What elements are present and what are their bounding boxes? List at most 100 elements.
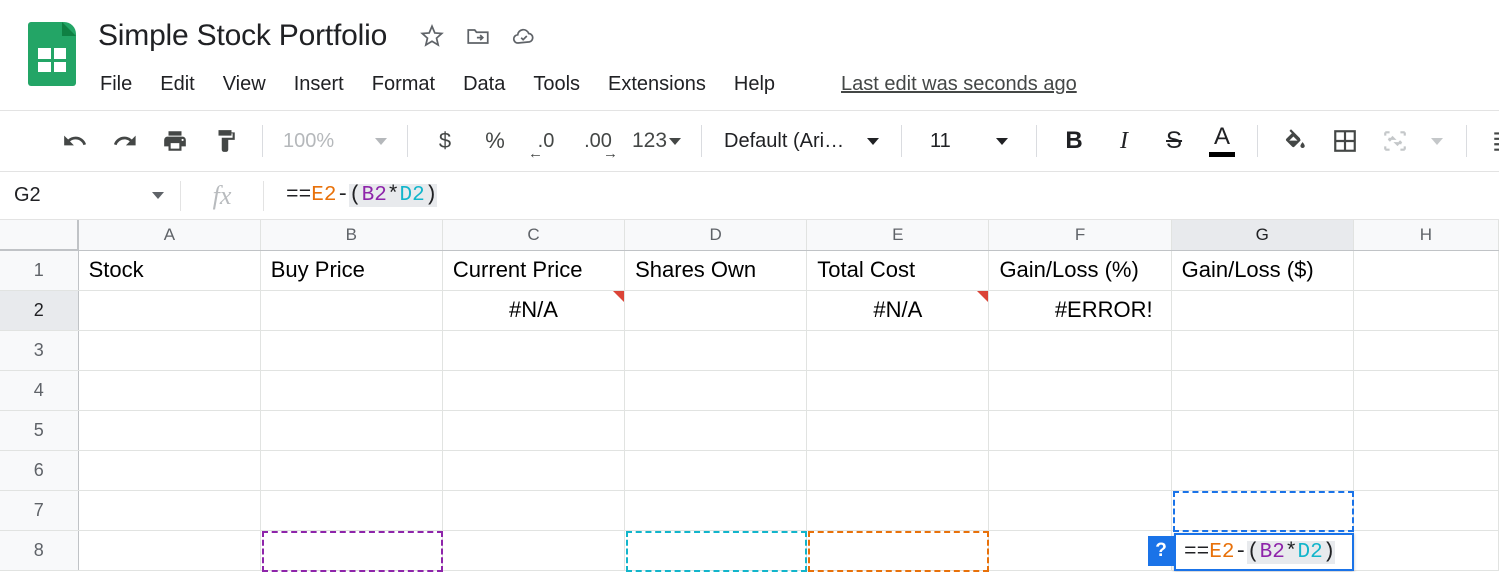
undo-icon[interactable]	[50, 119, 100, 163]
formula-help-badge[interactable]: ?	[1148, 536, 1174, 566]
cell-G4[interactable]	[1171, 370, 1354, 411]
cell-F2[interactable]: #ERROR!	[988, 290, 1172, 331]
horizontal-align-icon[interactable]	[1479, 119, 1499, 163]
menu-item-extensions[interactable]: Extensions	[608, 73, 706, 96]
merge-cells-dropdown[interactable]	[1420, 119, 1454, 163]
select-all-corner[interactable]	[0, 220, 80, 251]
cell-H3[interactable]	[1353, 330, 1499, 371]
menu-item-tools[interactable]: Tools	[533, 73, 580, 96]
cell-H5[interactable]	[1353, 410, 1499, 451]
italic-button[interactable]: I	[1099, 119, 1149, 163]
cell-H2[interactable]	[1353, 290, 1499, 331]
cell-G5[interactable]	[1171, 410, 1354, 451]
cell-C7[interactable]	[442, 490, 626, 531]
cell-A5[interactable]	[78, 410, 261, 451]
cell-C6[interactable]	[442, 450, 626, 491]
cell-E6[interactable]	[806, 450, 990, 491]
cell-F6[interactable]	[988, 450, 1172, 491]
row-header-4[interactable]: 4	[0, 370, 79, 411]
cell-D2[interactable]	[624, 290, 808, 331]
strikethrough-button[interactable]: S	[1149, 119, 1199, 163]
cell-H7[interactable]	[1353, 490, 1499, 531]
cell-E4[interactable]	[806, 370, 990, 411]
zoom-selector[interactable]: 100%	[275, 130, 395, 153]
percent-format-button[interactable]: %	[470, 128, 520, 154]
move-to-folder-icon[interactable]	[465, 23, 491, 49]
print-icon[interactable]	[150, 119, 200, 163]
cell-A3[interactable]	[78, 330, 261, 371]
menu-item-file[interactable]: File	[100, 73, 132, 96]
cell-F7[interactable]	[988, 490, 1172, 531]
error-indicator-icon[interactable]	[977, 290, 989, 302]
text-color-button[interactable]: A	[1199, 119, 1245, 163]
cell-editor[interactable]: == E2-(B2 * D2)	[1174, 533, 1354, 571]
cell-H4[interactable]	[1353, 370, 1499, 411]
bold-button[interactable]: B	[1049, 119, 1099, 163]
cell-E8[interactable]	[806, 530, 990, 571]
cell-B1[interactable]: Buy Price	[260, 250, 443, 291]
number-format-selector[interactable]: 123	[624, 129, 689, 153]
cell-A6[interactable]	[78, 450, 261, 491]
row-header-8[interactable]: 8	[0, 530, 79, 571]
column-header-a[interactable]: A	[78, 220, 261, 251]
cell-C5[interactable]	[442, 410, 626, 451]
cell-G3[interactable]	[1171, 330, 1354, 371]
cell-A8[interactable]	[78, 530, 261, 571]
cell-G6[interactable]	[1171, 450, 1354, 491]
cell-A7[interactable]	[78, 490, 261, 531]
cell-B2[interactable]	[260, 290, 443, 331]
menu-item-help[interactable]: Help	[734, 73, 775, 96]
menu-item-data[interactable]: Data	[463, 73, 505, 96]
cell-E3[interactable]	[806, 330, 990, 371]
font-family-selector[interactable]: Default (Ari…	[714, 130, 889, 153]
cell-A4[interactable]	[78, 370, 261, 411]
cell-E7[interactable]	[806, 490, 990, 531]
cell-H8[interactable]	[1353, 530, 1499, 571]
cell-B5[interactable]	[260, 410, 443, 451]
cell-H6[interactable]	[1353, 450, 1499, 491]
increase-decimal-button[interactable]: .00 →	[572, 119, 624, 163]
cell-A1[interactable]: Stock	[78, 250, 261, 291]
cell-D1[interactable]: Shares Own	[624, 250, 808, 291]
row-header-7[interactable]: 7	[0, 490, 79, 531]
borders-icon[interactable]	[1320, 119, 1370, 163]
column-header-d[interactable]: D	[624, 220, 808, 251]
cell-G7[interactable]	[1171, 490, 1354, 531]
row-header-5[interactable]: 5	[0, 410, 79, 451]
cell-D4[interactable]	[624, 370, 808, 411]
cell-G1[interactable]: Gain/Loss ($)	[1171, 250, 1354, 291]
cell-C2[interactable]: #N/A	[442, 290, 626, 331]
column-header-f[interactable]: F	[988, 220, 1172, 251]
column-header-c[interactable]: C	[442, 220, 626, 251]
cell-E2[interactable]: #N/A	[806, 290, 990, 331]
formula-input[interactable]: ==E2-(B2*D2)	[264, 184, 1499, 207]
cell-E1[interactable]: Total Cost	[806, 250, 990, 291]
cell-D5[interactable]	[624, 410, 808, 451]
cell-D7[interactable]	[624, 490, 808, 531]
cell-E5[interactable]	[806, 410, 990, 451]
menu-item-view[interactable]: View	[223, 73, 266, 96]
cell-C1[interactable]: Current Price	[442, 250, 626, 291]
menu-item-insert[interactable]: Insert	[294, 73, 344, 96]
merge-cells-icon[interactable]	[1370, 119, 1420, 163]
menu-item-format[interactable]: Format	[372, 73, 435, 96]
cell-H1[interactable]	[1353, 250, 1499, 291]
cell-B4[interactable]	[260, 370, 443, 411]
last-edit-status[interactable]: Last edit was seconds ago	[841, 73, 1077, 96]
row-header-1[interactable]: 1	[0, 250, 79, 291]
menu-item-edit[interactable]: Edit	[160, 73, 194, 96]
cell-D3[interactable]	[624, 330, 808, 371]
cell-B6[interactable]	[260, 450, 443, 491]
cell-F1[interactable]: Gain/Loss (%)	[988, 250, 1172, 291]
cell-F3[interactable]	[988, 330, 1172, 371]
cell-D8[interactable]	[624, 530, 808, 571]
font-size-selector[interactable]: 11	[914, 130, 1024, 153]
cell-C8[interactable]	[442, 530, 626, 571]
cell-D6[interactable]	[624, 450, 808, 491]
column-header-b[interactable]: B	[260, 220, 443, 251]
cell-F8[interactable]	[988, 530, 1172, 571]
row-header-6[interactable]: 6	[0, 450, 79, 491]
cell-B3[interactable]	[260, 330, 443, 371]
cell-C4[interactable]	[442, 370, 626, 411]
page-title[interactable]: Simple Stock Portfolio	[98, 19, 387, 53]
